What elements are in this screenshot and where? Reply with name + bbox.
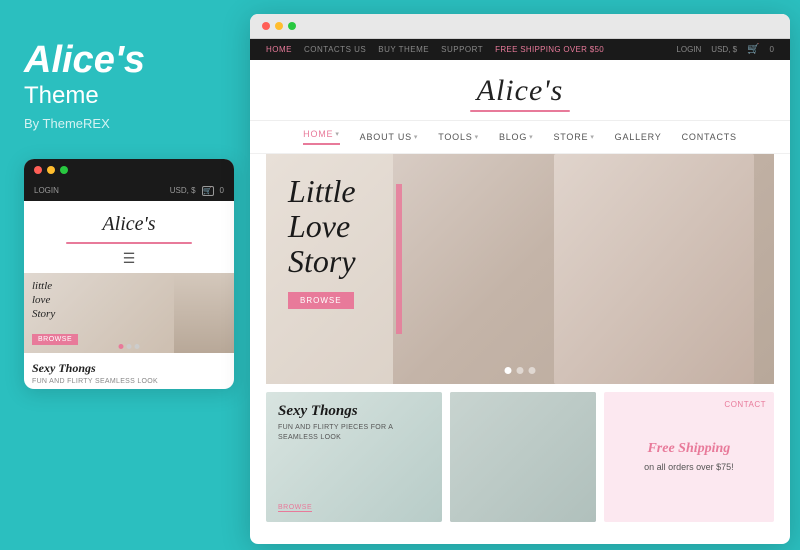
nav-store[interactable]: STORE ▾ (553, 132, 594, 142)
topbar-free-shipping: FREE SHIPPING OVER $50 (495, 45, 604, 54)
contact-label: CONTACT (724, 400, 766, 409)
topbar-buy-theme[interactable]: BUY THEME (378, 45, 429, 54)
mobile-preview-card: LOGIN USD, $ 🛒 0 Alice's ☰ little love S… (24, 159, 234, 389)
mobile-section2-sub: FUN AND FLIRTY SEAMLESS LOOK (32, 378, 226, 385)
nav-home-chevron: ▾ (335, 130, 339, 138)
nav-blog-chevron: ▾ (529, 133, 533, 141)
free-shipping-sub: on all orders over $75! (644, 461, 734, 474)
dot-yellow (47, 166, 55, 174)
section1-sub: FUN AND FLIRTY PIECES FOR A SEAMLESS LOO… (278, 423, 398, 443)
left-panel: Alice's Theme By ThemeREX LOGIN USD, $ 🛒… (0, 0, 248, 550)
hero-pink-accent (396, 184, 402, 334)
desktop-bottom-sections: Sexy Thongs FUN AND FLIRTY PIECES FOR A … (266, 392, 774, 522)
hdot-1[interactable] (505, 367, 512, 374)
hero-dot-3 (135, 344, 140, 349)
section1-browse[interactable]: BROWSE (278, 504, 312, 512)
section1-text: Sexy Thongs FUN AND FLIRTY PIECES FOR A … (278, 402, 398, 443)
desktop-topbar: HOME CONTACTS US BUY THEME SUPPORT FREE … (250, 39, 790, 60)
mobile-section2: Sexy Thongs FUN AND FLIRTY SEAMLESS LOOK (24, 353, 234, 389)
hdot-3[interactable] (529, 367, 536, 374)
topbar-cart-count: 0 (770, 45, 774, 54)
mobile-logo: Alice's (24, 201, 234, 242)
mobile-hero-image (174, 273, 234, 353)
brand-subtitle: Theme (24, 82, 224, 110)
mobile-hamburger-icon[interactable]: ☰ (24, 250, 234, 267)
hero-figure-image (554, 154, 754, 384)
desktop-nav: HOME ▾ ABOUT US ▾ TOOLS ▾ BLOG ▾ STORE ▾… (250, 121, 790, 154)
mobile-hero: little love Story BROWSE (24, 273, 234, 353)
hero-pagination-dots (505, 367, 536, 374)
desktop-browser: HOME CONTACTS US BUY THEME SUPPORT FREE … (250, 14, 790, 544)
topbar-contacts[interactable]: CONTACTS US (304, 45, 366, 54)
hero-line2: Love (288, 209, 356, 244)
hero-text-block: Little Love Story BROWSE (288, 174, 356, 309)
desktop-logo: Alice's (250, 74, 790, 108)
brand-by: By ThemeREX (24, 116, 224, 131)
section1-title: Sexy Thongs (278, 402, 398, 420)
mobile-section2-title: Sexy Thongs (32, 361, 226, 376)
nav-about-chevron: ▾ (414, 133, 418, 141)
topbar-currency: USD, $ (711, 45, 737, 54)
nav-gallery[interactable]: GALLERY (615, 132, 662, 142)
desktop-logo-area: Alice's (250, 60, 790, 121)
mobile-topbar: LOGIN USD, $ 🛒 0 (24, 181, 234, 201)
mobile-titlebar (24, 159, 234, 181)
mobile-hero-text: little love Story (32, 279, 55, 322)
desktop-logo-underline (470, 110, 570, 112)
nav-tools[interactable]: TOOLS ▾ (438, 132, 479, 142)
nav-store-chevron: ▾ (590, 133, 594, 141)
topbar-login[interactable]: LOGIN (676, 45, 701, 54)
bottom-section-image (450, 392, 596, 522)
dot-green (60, 166, 68, 174)
desktop-hero: Little Love Story BROWSE (266, 154, 774, 384)
nav-home[interactable]: HOME ▾ (303, 129, 340, 145)
browser-dot-green (288, 22, 296, 30)
browser-dot-red (262, 22, 270, 30)
mobile-logo-underline (66, 242, 192, 244)
bottom-section-thongs: Sexy Thongs FUN AND FLIRTY PIECES FOR A … (266, 392, 442, 522)
nav-blog[interactable]: BLOG ▾ (499, 132, 534, 142)
mobile-cart-icon: 🛒 (202, 186, 214, 196)
hero-dot-1 (119, 344, 124, 349)
topbar-home[interactable]: HOME (266, 45, 292, 54)
topbar-cart-icon[interactable]: 🛒 (747, 44, 759, 55)
hero-line1: Little (288, 174, 356, 209)
mobile-currency: USD, $ 🛒 0 (170, 186, 224, 196)
brand-title: Alice's (24, 40, 224, 82)
browser-dot-yellow (275, 22, 283, 30)
bottom-section-free-shipping: CONTACT Free Shipping on all orders over… (604, 392, 774, 522)
free-shipping-title: Free Shipping (647, 441, 730, 457)
dot-red (34, 166, 42, 174)
desktop-topbar-nav: HOME CONTACTS US BUY THEME SUPPORT FREE … (266, 45, 604, 54)
mobile-login: LOGIN (34, 186, 59, 195)
hdot-2[interactable] (517, 367, 524, 374)
desktop-topbar-right: LOGIN USD, $ 🛒 0 (676, 44, 774, 55)
nav-about[interactable]: ABOUT US ▾ (360, 132, 419, 142)
browser-titlebar (250, 14, 790, 39)
nav-contacts[interactable]: CONTACTS (682, 132, 737, 142)
hero-browse-button[interactable]: BROWSE (288, 292, 354, 309)
hero-line3: Story (288, 244, 356, 279)
nav-tools-chevron: ▾ (475, 133, 479, 141)
mobile-hero-dots (119, 344, 140, 349)
mobile-browse-button[interactable]: BROWSE (32, 334, 78, 345)
topbar-support[interactable]: SUPPORT (441, 45, 483, 54)
hero-dot-2 (127, 344, 132, 349)
